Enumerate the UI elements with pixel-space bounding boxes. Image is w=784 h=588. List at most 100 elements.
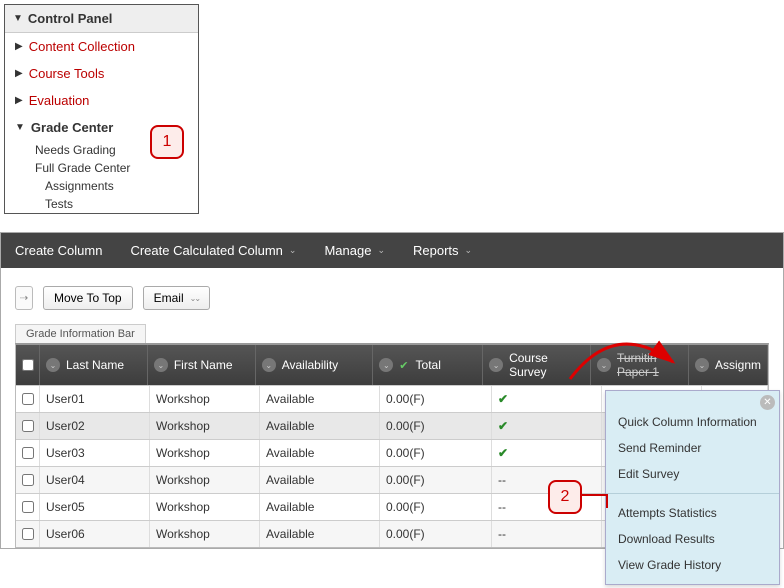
cell-last-name[interactable]: User04 [40, 467, 150, 493]
sidebar-item-label: Content Collection [29, 39, 135, 54]
column-menu-icon[interactable]: ⌄ [597, 358, 611, 372]
cell-course-survey[interactable]: -- [492, 467, 602, 493]
move-icon[interactable]: ⇢ [15, 286, 33, 310]
chevron-down-icon: ▼ [15, 122, 25, 133]
reports-button[interactable]: Reports ⌄ [413, 243, 472, 258]
sidebar-subitem-full-grade-center[interactable]: Full Grade Center [5, 159, 198, 177]
menu-item-view-grade-history[interactable]: View Grade History [606, 552, 779, 578]
check-icon: ✔ [399, 359, 408, 372]
cell-course-survey[interactable]: -- [492, 521, 602, 547]
cell-first-name[interactable]: Workshop [150, 494, 260, 520]
column-header-turnitin[interactable]: ⌄ Turnitin Paper 1 [591, 345, 689, 385]
column-header-first-name[interactable]: ⌄ First Name [148, 345, 256, 385]
cell-total[interactable]: 0.00(F) [380, 467, 492, 493]
cell-first-name[interactable]: Workshop [150, 521, 260, 547]
column-header-assignment[interactable]: ⌄ Assignm [689, 345, 768, 385]
menu-item-quick-column-info[interactable]: Quick Column Information [606, 409, 779, 435]
annotation-callout-2: 2 [548, 480, 582, 514]
cell-total[interactable]: 0.00(F) [380, 494, 492, 520]
sidebar-item-evaluation[interactable]: ▶ Evaluation [5, 87, 198, 114]
cell-availability[interactable]: Available [260, 521, 380, 547]
cell-availability[interactable]: Available [260, 494, 380, 520]
chevron-down-icon: ⌄ [377, 245, 385, 256]
header-checkbox-cell[interactable] [16, 345, 40, 385]
row-checkbox[interactable] [22, 528, 34, 540]
row-checkbox-cell[interactable] [16, 467, 40, 493]
row-checkbox[interactable] [22, 474, 34, 486]
button-label: Move To Top [54, 291, 122, 305]
create-calculated-column-button[interactable]: Create Calculated Column ⌄ [130, 243, 296, 258]
chevron-right-icon: ▶ [15, 68, 23, 79]
row-checkbox-cell[interactable] [16, 521, 40, 547]
cell-last-name[interactable]: User03 [40, 440, 150, 466]
sidebar-subitem-tests[interactable]: Tests [5, 195, 198, 213]
column-menu-icon[interactable]: ⌄ [46, 358, 60, 372]
cell-course-survey[interactable]: ✔ [492, 440, 602, 466]
sidebar-item-course-tools[interactable]: ▶ Course Tools [5, 60, 198, 87]
row-checkbox-cell[interactable] [16, 440, 40, 466]
menu-item-edit-survey[interactable]: Edit Survey [606, 461, 779, 487]
cell-availability[interactable]: Available [260, 386, 380, 412]
annotation-callout-1: 1 [150, 125, 184, 159]
control-panel-header[interactable]: ▼ Control Panel [5, 5, 198, 33]
grade-grid-header: ⌄ Last Name ⌄ First Name ⌄ Availability … [16, 345, 768, 385]
column-header-course-survey[interactable]: ⌄ Course Survey [483, 345, 591, 385]
cell-availability[interactable]: Available [260, 413, 380, 439]
cell-course-survey[interactable]: ✔ [492, 386, 602, 412]
column-menu-icon[interactable]: ⌄ [489, 358, 503, 372]
row-checkbox-cell[interactable] [16, 413, 40, 439]
cell-last-name[interactable]: User05 [40, 494, 150, 520]
select-all-checkbox[interactable] [22, 359, 34, 371]
row-checkbox[interactable] [22, 501, 34, 513]
row-checkbox-cell[interactable] [16, 386, 40, 412]
check-icon: ✔ [498, 392, 508, 406]
column-header-total[interactable]: ⌄ ✔ Total [373, 345, 483, 385]
menu-item-download-results[interactable]: Download Results [606, 526, 779, 552]
cell-availability[interactable]: Available [260, 467, 380, 493]
move-to-top-button[interactable]: Move To Top [43, 286, 133, 310]
cell-last-name[interactable]: User06 [40, 521, 150, 547]
cell-last-name[interactable]: User01 [40, 386, 150, 412]
menu-item-send-reminder[interactable]: Send Reminder [606, 435, 779, 461]
column-label: First Name [174, 358, 233, 372]
cell-total[interactable]: 0.00(F) [380, 440, 492, 466]
column-menu-icon[interactable]: ⌄ [262, 358, 276, 372]
cell-first-name[interactable]: Workshop [150, 467, 260, 493]
column-label: Course Survey [509, 351, 584, 379]
menu-item-attempts-statistics[interactable]: Attempts Statistics [606, 500, 779, 526]
row-checkbox[interactable] [22, 447, 34, 459]
sidebar-item-content-collection[interactable]: ▶ Content Collection [5, 33, 198, 60]
control-panel: ▼ Control Panel ▶ Content Collection ▶ C… [4, 4, 199, 214]
grade-center-toolbar: Create Column Create Calculated Column ⌄… [1, 233, 783, 268]
cell-first-name[interactable]: Workshop [150, 386, 260, 412]
cell-total[interactable]: 0.00(F) [380, 386, 492, 412]
grade-information-bar[interactable]: Grade Information Bar [15, 324, 146, 343]
row-checkbox[interactable] [22, 393, 34, 405]
row-checkbox[interactable] [22, 420, 34, 432]
cell-total[interactable]: 0.00(F) [380, 413, 492, 439]
chevron-down-icon: ⌄ [465, 245, 473, 256]
cell-last-name[interactable]: User02 [40, 413, 150, 439]
cell-total[interactable]: 0.00(F) [380, 521, 492, 547]
cell-first-name[interactable]: Workshop [150, 440, 260, 466]
cell-value: -- [498, 500, 506, 514]
close-icon[interactable]: ✕ [760, 395, 775, 410]
cell-course-survey[interactable]: -- [492, 494, 602, 520]
column-header-availability[interactable]: ⌄ Availability [256, 345, 374, 385]
column-menu-icon[interactable]: ⌄ [154, 358, 168, 372]
toolbar-label: Create Calculated Column [130, 243, 282, 258]
row-checkbox-cell[interactable] [16, 494, 40, 520]
column-label: Turnitin Paper 1 [617, 351, 682, 379]
column-label: Total [416, 358, 441, 372]
cell-first-name[interactable]: Workshop [150, 413, 260, 439]
sidebar-subitem-assignments[interactable]: Assignments [5, 177, 198, 195]
email-button[interactable]: Email ⌄⌄ [143, 286, 210, 310]
create-column-button[interactable]: Create Column [15, 243, 102, 258]
cell-availability[interactable]: Available [260, 440, 380, 466]
column-header-last-name[interactable]: ⌄ Last Name [40, 345, 148, 385]
toolbar-label: Manage [324, 243, 371, 258]
column-menu-icon[interactable]: ⌄ [695, 358, 709, 372]
manage-button[interactable]: Manage ⌄ [324, 243, 385, 258]
column-menu-icon[interactable]: ⌄ [379, 358, 393, 372]
cell-course-survey[interactable]: ✔ [492, 413, 602, 439]
